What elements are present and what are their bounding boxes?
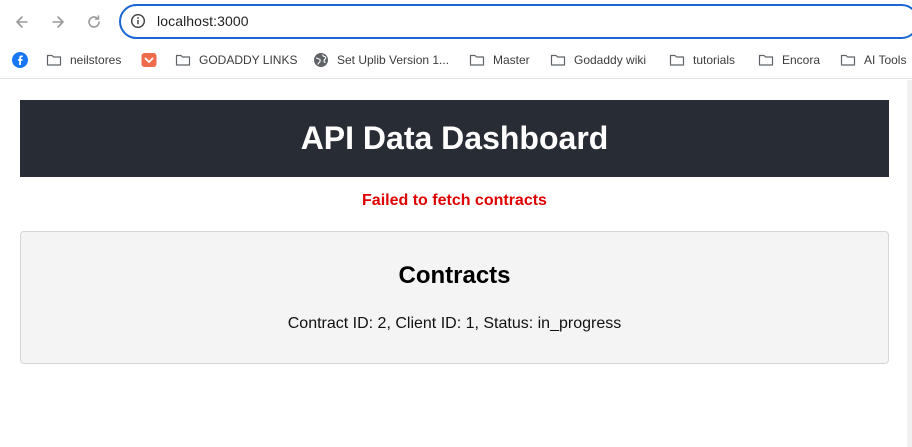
bookmark-encora[interactable]: Encora: [758, 51, 820, 69]
bookmark-label: neilstores: [70, 53, 122, 67]
bookmarks-bar: neilstores GODADDY LINKS Set Uplib Versi…: [0, 44, 912, 76]
url-text[interactable]: localhost:3000: [157, 13, 249, 29]
scrollbar-track[interactable]: [907, 80, 912, 447]
reload-icon: [88, 15, 100, 28]
bookmark-godaddy-wiki[interactable]: Godaddy wiki: [550, 51, 646, 69]
info-icon[interactable]: [130, 13, 146, 29]
bookmark-ai-tools[interactable]: AI Tools: [840, 51, 906, 69]
contract-item: Contract ID: 2, Client ID: 1, Status: in…: [287, 315, 622, 332]
bookmark-neilstores[interactable]: neilstores: [46, 51, 121, 69]
reload-button[interactable]: [82, 10, 106, 34]
folder-icon: [550, 54, 566, 66]
pocket-icon: [141, 53, 157, 67]
bookmark-tutorials[interactable]: tutorials: [669, 51, 735, 69]
folder-icon: [840, 54, 856, 66]
bookmark-label: tutorials: [693, 53, 736, 67]
address-bar[interactable]: localhost:3000: [119, 4, 912, 39]
bookmark-label: Encora: [782, 53, 821, 67]
folder-icon: [469, 54, 485, 66]
browser-toolbar: localhost:3000: [0, 0, 912, 44]
back-button[interactable]: [10, 10, 34, 34]
bookmark-label: Master: [493, 53, 530, 67]
bookmark-facebook[interactable]: [12, 51, 36, 69]
contracts-heading: Contracts: [398, 262, 511, 289]
arrow-right-icon: [52, 16, 64, 28]
facebook-icon: [12, 52, 28, 68]
forward-button[interactable]: [46, 10, 70, 34]
toolbar-divider: [0, 78, 912, 79]
bookmark-set-uplib[interactable]: Set Uplib Version 1...: [313, 51, 449, 69]
error-message: Failed to fetch contracts: [362, 192, 547, 209]
folder-icon: [46, 54, 62, 66]
globe-icon: [314, 53, 328, 67]
arrow-left-icon: [16, 16, 28, 28]
bookmark-godaddy-links[interactable]: GODADDY LINKS: [175, 51, 297, 69]
bookmark-pocket[interactable]: [141, 51, 165, 69]
folder-icon: [669, 54, 685, 66]
bookmark-label: Set Uplib Version 1...: [337, 53, 450, 67]
contracts-card: Contracts Contract ID: 2, Client ID: 1, …: [20, 231, 889, 364]
page-title: API Data Dashboard: [300, 120, 609, 156]
bookmark-label: GODADDY LINKS: [199, 53, 298, 67]
dashboard-header: API Data Dashboard: [20, 100, 889, 177]
folder-icon: [175, 54, 191, 66]
bookmark-label: Godaddy wiki: [574, 53, 647, 67]
bookmark-master[interactable]: Master: [469, 51, 530, 69]
folder-icon: [758, 54, 774, 66]
bookmark-label: AI Tools: [864, 53, 907, 67]
